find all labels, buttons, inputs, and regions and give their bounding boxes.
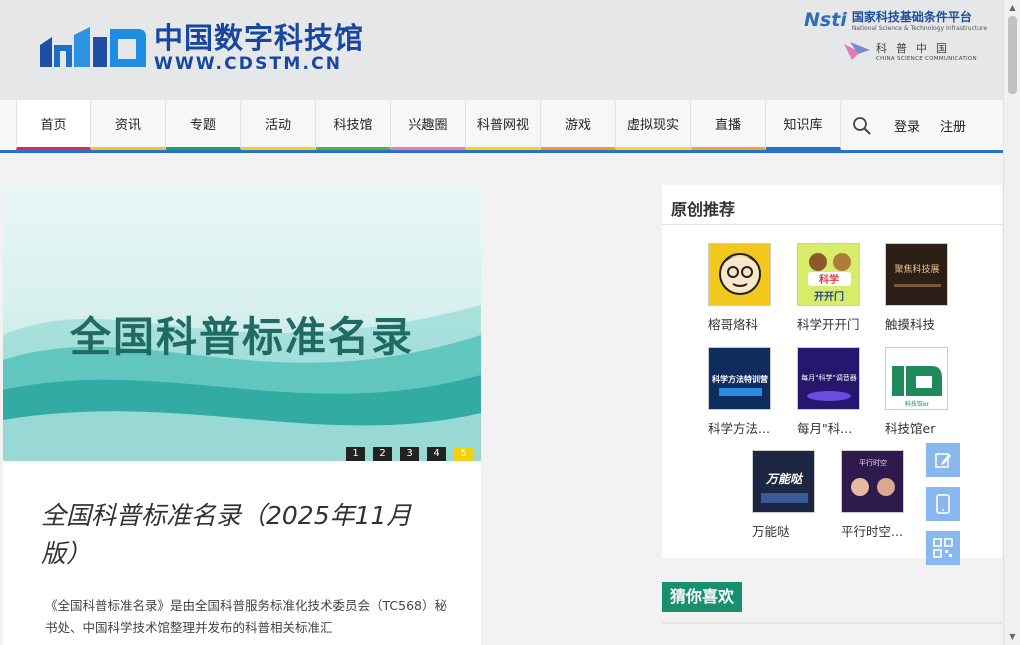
recommend-item[interactable]: 平行时空 平行时空... xyxy=(841,450,921,540)
nav-item[interactable]: 活动 xyxy=(241,100,316,150)
recommend-item[interactable]: 科学方法特训营 科学方法... xyxy=(708,347,788,437)
recommend-thumb: 万能哒 xyxy=(752,450,815,513)
recommend-label: 平行时空... xyxy=(841,524,903,539)
scroll-up-arrow-icon[interactable]: ▲ xyxy=(1004,0,1020,16)
page-scrollbar[interactable]: ▲ ▼ xyxy=(1003,0,1020,645)
recommend-thumb: 平行时空 xyxy=(841,450,904,513)
search-icon[interactable] xyxy=(852,116,872,136)
qrcode-button[interactable] xyxy=(926,531,960,565)
svg-text:每月"科学"调音器: 每月"科学"调音器 xyxy=(801,373,856,382)
nav-item[interactable]: 资讯 xyxy=(91,100,166,150)
svg-text:开开门: 开开门 xyxy=(814,290,844,303)
carousel-dot[interactable]: 3 xyxy=(400,447,419,461)
nsti-mark: Nsti xyxy=(804,9,847,31)
login-link[interactable]: 登录 xyxy=(894,116,920,135)
recommend-label: 科技馆er xyxy=(885,421,936,436)
feedback-button[interactable] xyxy=(926,443,960,477)
carousel-dot[interactable]: 2 xyxy=(373,447,392,461)
recommend-title: 原创推荐 xyxy=(671,200,736,219)
recommend-label: 榕哥烙科 xyxy=(708,317,759,332)
nav-item[interactable]: 科普网视 xyxy=(466,100,541,150)
article-title[interactable]: 全国科普标准名录（2025年11月版） xyxy=(41,497,441,573)
featured-article-card: 全国科普标准名录 12345 全国科普标准名录（2025年11月版） 《全国科普… xyxy=(3,185,481,645)
mobile-icon xyxy=(936,494,950,514)
logo-url: WWW.CDSTM.CN xyxy=(154,54,343,74)
nav-item[interactable]: 虚拟现实 xyxy=(616,100,691,150)
main-nav: 首页 资讯 专题 活动 科技馆 兴趣圈 科普网视 游戏 虚拟现实 直播 知识库 登录 注册 xyxy=(0,100,1003,153)
svg-text:平行时空: 平行时空 xyxy=(859,458,887,467)
mobile-button[interactable] xyxy=(926,487,960,521)
logo-chinese-name: 中国数字科技馆 xyxy=(154,21,365,55)
guess-you-like-title: 猜你喜欢 xyxy=(662,582,742,612)
recommend-label: 每月"科... xyxy=(797,421,853,436)
recommend-item[interactable]: 科学 开开门 科学开开门 xyxy=(797,243,877,333)
nsti-logo[interactable]: Nsti 国家科技基础条件平台 National Science & Techn… xyxy=(804,8,987,32)
divider xyxy=(662,622,1002,624)
register-link[interactable]: 注册 xyxy=(940,116,966,135)
recommend-item[interactable]: 聚焦科技展 触摸科技 xyxy=(885,243,965,333)
recommend-item[interactable]: 榕哥烙科 xyxy=(708,243,788,333)
recommend-thumb: 每月"科学"调音器 xyxy=(797,347,860,410)
carousel-dot[interactable]: 5 xyxy=(454,447,473,461)
recommend-thumb: 聚焦科技展 xyxy=(885,243,948,306)
recommend-thumb: 科技馆er xyxy=(885,347,948,410)
recommend-label: 科学方法... xyxy=(708,421,770,436)
carousel-pagination: 12345 xyxy=(346,447,473,461)
recommend-label: 万能哒 xyxy=(752,524,790,539)
csc-wing-icon xyxy=(844,42,870,60)
recommend-thumb: 科学 开开门 xyxy=(797,243,860,306)
site-logo[interactable]: 中国数字科技馆 WWW.CDSTM.CN xyxy=(38,22,364,74)
nav-item[interactable]: 首页 xyxy=(16,100,91,150)
scroll-down-arrow-icon[interactable]: ▼ xyxy=(1004,629,1020,645)
banner-title: 全国科普标准名录 xyxy=(70,313,414,361)
recommend-thumb: 科学方法特训营 xyxy=(708,347,771,410)
qrcode-icon xyxy=(933,538,953,558)
nav-item[interactable]: 科技馆 xyxy=(316,100,391,150)
scroll-thumb[interactable] xyxy=(1008,16,1017,94)
cdstm-logo-icon xyxy=(38,23,148,73)
china-science-communication-logo[interactable]: 科普中国 CHINA SCIENCE COMMUNICATION xyxy=(842,40,977,62)
site-header: 中国数字科技馆 WWW.CDSTM.CN Nsti 国家科技基础条件平台 Nat… xyxy=(0,0,1003,100)
nav-item[interactable]: 直播 xyxy=(691,100,766,150)
carousel-dot[interactable]: 4 xyxy=(427,447,446,461)
recommend-label: 触摸科技 xyxy=(885,317,936,332)
recommend-thumb xyxy=(708,243,771,306)
nav-item[interactable]: 兴趣圈 xyxy=(391,100,466,150)
svg-text:科学方法特训营: 科学方法特训营 xyxy=(712,374,768,384)
carousel-dot[interactable]: 1 xyxy=(346,447,365,461)
divider xyxy=(662,224,1002,225)
svg-text:科学: 科学 xyxy=(819,273,839,286)
nav-item[interactable]: 专题 xyxy=(166,100,241,150)
recommend-item[interactable]: 科技馆er 科技馆er xyxy=(885,347,965,437)
csc-english-name: CHINA SCIENCE COMMUNICATION xyxy=(876,56,977,62)
banner-carousel[interactable]: 全国科普标准名录 12345 xyxy=(3,185,481,461)
nsti-chinese-name: 国家科技基础条件平台 xyxy=(851,10,972,24)
svg-text:万能哒: 万能哒 xyxy=(765,472,804,486)
svg-text:科技馆er: 科技馆er xyxy=(905,400,930,408)
recommend-item[interactable]: 万能哒 万能哒 xyxy=(752,450,832,540)
edit-icon xyxy=(935,453,951,468)
csc-chinese-name: 科普中国 xyxy=(876,42,956,55)
svg-text:聚焦科技展: 聚焦科技展 xyxy=(894,263,939,275)
recommend-label: 科学开开门 xyxy=(797,317,860,332)
recommend-item[interactable]: 每月"科学"调音器 每月"科... xyxy=(797,347,877,437)
nsti-english-name: National Science & Technology Infrastruc… xyxy=(851,25,988,32)
nav-item[interactable]: 游戏 xyxy=(541,100,616,150)
nav-item[interactable]: 知识库 xyxy=(766,100,841,150)
article-description: 《全国科普标准名录》是由全国科普服务标准化技术委员会（TC568）秘书处、中国科… xyxy=(45,598,447,635)
